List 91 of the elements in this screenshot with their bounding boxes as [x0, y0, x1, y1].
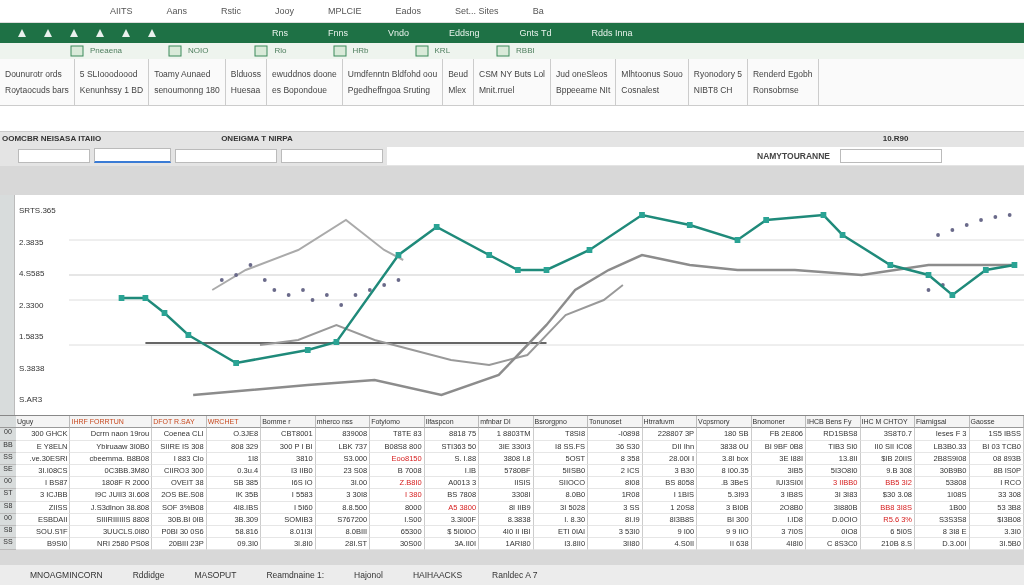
axis-label: 4.S585: [19, 269, 46, 279]
ribbon-command[interactable]: Mlex: [448, 84, 468, 95]
field-label: OOMCBR NEISASA ITAIIO: [2, 134, 102, 144]
dropdown-field[interactable]: [175, 148, 277, 163]
sheet-tab[interactable]: Hajonol: [354, 570, 383, 581]
ribbon-label: KRL: [434, 46, 451, 56]
ribbon-command[interactable]: Ronsobrnse: [753, 84, 813, 95]
title-bar-text: Aans: [166, 5, 188, 16]
ribbon-command[interactable]: Ryonodory 5: [693, 68, 742, 79]
ribbon-label: NOIO: [188, 46, 209, 56]
ribbon-tab[interactable]: Gnts Td: [519, 27, 552, 38]
ribbon-command[interactable]: Toamy Aunaed: [154, 68, 220, 79]
title-bar-text: MPLCIE: [328, 5, 362, 16]
ribbon-command[interactable]: Mnit.rruel: [479, 84, 545, 95]
data-point: [310, 298, 315, 303]
axis-label: 1.5835: [19, 332, 45, 342]
ribbon-command[interactable]: Beud: [448, 68, 468, 79]
data-point: [993, 215, 998, 220]
ribbon-command[interactable]: Jud oneSleos: [556, 68, 611, 79]
ribbon-label: Pneaena: [90, 46, 123, 56]
ribbon-label: HRb: [352, 46, 369, 56]
data-point: [940, 283, 945, 288]
axis-label: S.3838: [19, 363, 46, 373]
ribbon-command[interactable]: Renderd Egobh: [753, 68, 813, 79]
data-point: [382, 283, 387, 288]
title-bar-text: Eados: [395, 5, 422, 16]
ribbon-label: RBBI: [516, 46, 535, 56]
data-point: [964, 223, 969, 228]
ribbon-tab[interactable]: Rdds Inna: [591, 27, 633, 38]
data-point: [324, 293, 329, 298]
data-point: [396, 278, 401, 283]
sheet-tab[interactable]: Ranldec A 7: [492, 570, 538, 581]
ribbon-command[interactable]: es Bopondoue: [272, 84, 337, 95]
dropdown-field[interactable]: [94, 148, 171, 164]
toolbar-icon[interactable]: [70, 44, 84, 57]
ribbon-command[interactable]: ewuddnos doone: [272, 68, 337, 79]
formula-label: NAMYTOURANNE: [757, 150, 831, 161]
ribbon-command[interactable]: Mlhtoonus Souo: [621, 68, 683, 79]
title-bar-text: Rstic: [221, 5, 242, 16]
axis-label: 2.3300: [19, 300, 45, 310]
ribbon-command[interactable]: NIBT8 CH: [693, 84, 742, 95]
sheet-tab[interactable]: MNOAGMINCORN: [30, 570, 103, 581]
ribbon-command[interactable]: Cosnalest: [621, 84, 683, 95]
ribbon-tab[interactable]: Vndo: [388, 27, 410, 38]
axis-label: S.AR3: [19, 395, 44, 404]
ribbon-command[interactable]: Bppeeame NIt: [556, 84, 611, 95]
data-point: [301, 288, 305, 293]
data-point: [219, 278, 224, 283]
data-point: [950, 228, 955, 233]
corner-cell[interactable]: [0, 416, 16, 429]
name-box[interactable]: [18, 148, 90, 163]
ribbon-command[interactable]: Pgedheffngoa Sruting: [347, 84, 438, 95]
ribbon-command[interactable]: Blduoss: [230, 68, 262, 79]
sheet-tab[interactable]: Reamdnaine 1:: [266, 570, 325, 581]
title-bar-text: Ba: [532, 5, 544, 16]
ribbon-tab[interactable]: Eddsng: [449, 27, 480, 38]
data-point: [367, 288, 372, 293]
ribbon-command[interactable]: Huesaa: [230, 84, 262, 95]
axis-label: SRTS.365: [19, 206, 57, 216]
data-point: [1007, 213, 1012, 218]
field-label: 10.R90: [882, 134, 909, 144]
field-label: ONEIGMA T NIRPA: [221, 134, 293, 144]
data-point: [926, 288, 931, 293]
title-bar-text: AIITS: [110, 5, 133, 16]
axis-label: 2.3835: [19, 237, 45, 247]
ribbon-tab[interactable]: Fnns: [328, 27, 349, 38]
data-point: [339, 303, 344, 308]
ribbon-command[interactable]: Dounurotr ords: [5, 68, 69, 79]
title-bar-text: Jooy: [275, 5, 295, 16]
ribbon-command[interactable]: Umdfenntn Bldfohd oou: [347, 68, 438, 79]
data-point: [286, 293, 291, 298]
ribbon-command[interactable]: 5 SLIooodoood: [79, 68, 144, 79]
input-field[interactable]: [281, 148, 383, 163]
data-point: [936, 233, 940, 238]
data-point: [234, 273, 239, 278]
ribbon-tab[interactable]: Rns: [272, 27, 288, 38]
title-bar-text: Set... Sites: [455, 5, 499, 16]
ribbon-command[interactable]: CSM NY Buts Lol: [479, 68, 545, 79]
data-point: [979, 218, 983, 223]
ribbon-command[interactable]: Kenunhssy 1 BD: [79, 84, 144, 95]
ribbon-command[interactable]: Roytaocuds bars: [5, 84, 69, 95]
data-point: [262, 278, 267, 283]
data-point: [248, 263, 253, 268]
data-point: [353, 293, 358, 298]
data-point: [272, 288, 277, 293]
sheet-tab[interactable]: HAIHAACKS: [412, 570, 463, 581]
ribbon-label: Rlo: [274, 46, 287, 56]
sheet-tab[interactable]: Rddidge: [132, 570, 165, 581]
sheet-tab[interactable]: MASOPUT: [194, 570, 237, 581]
input-field[interactable]: [840, 148, 943, 163]
ribbon-command[interactable]: senoumonng 180: [154, 84, 220, 95]
